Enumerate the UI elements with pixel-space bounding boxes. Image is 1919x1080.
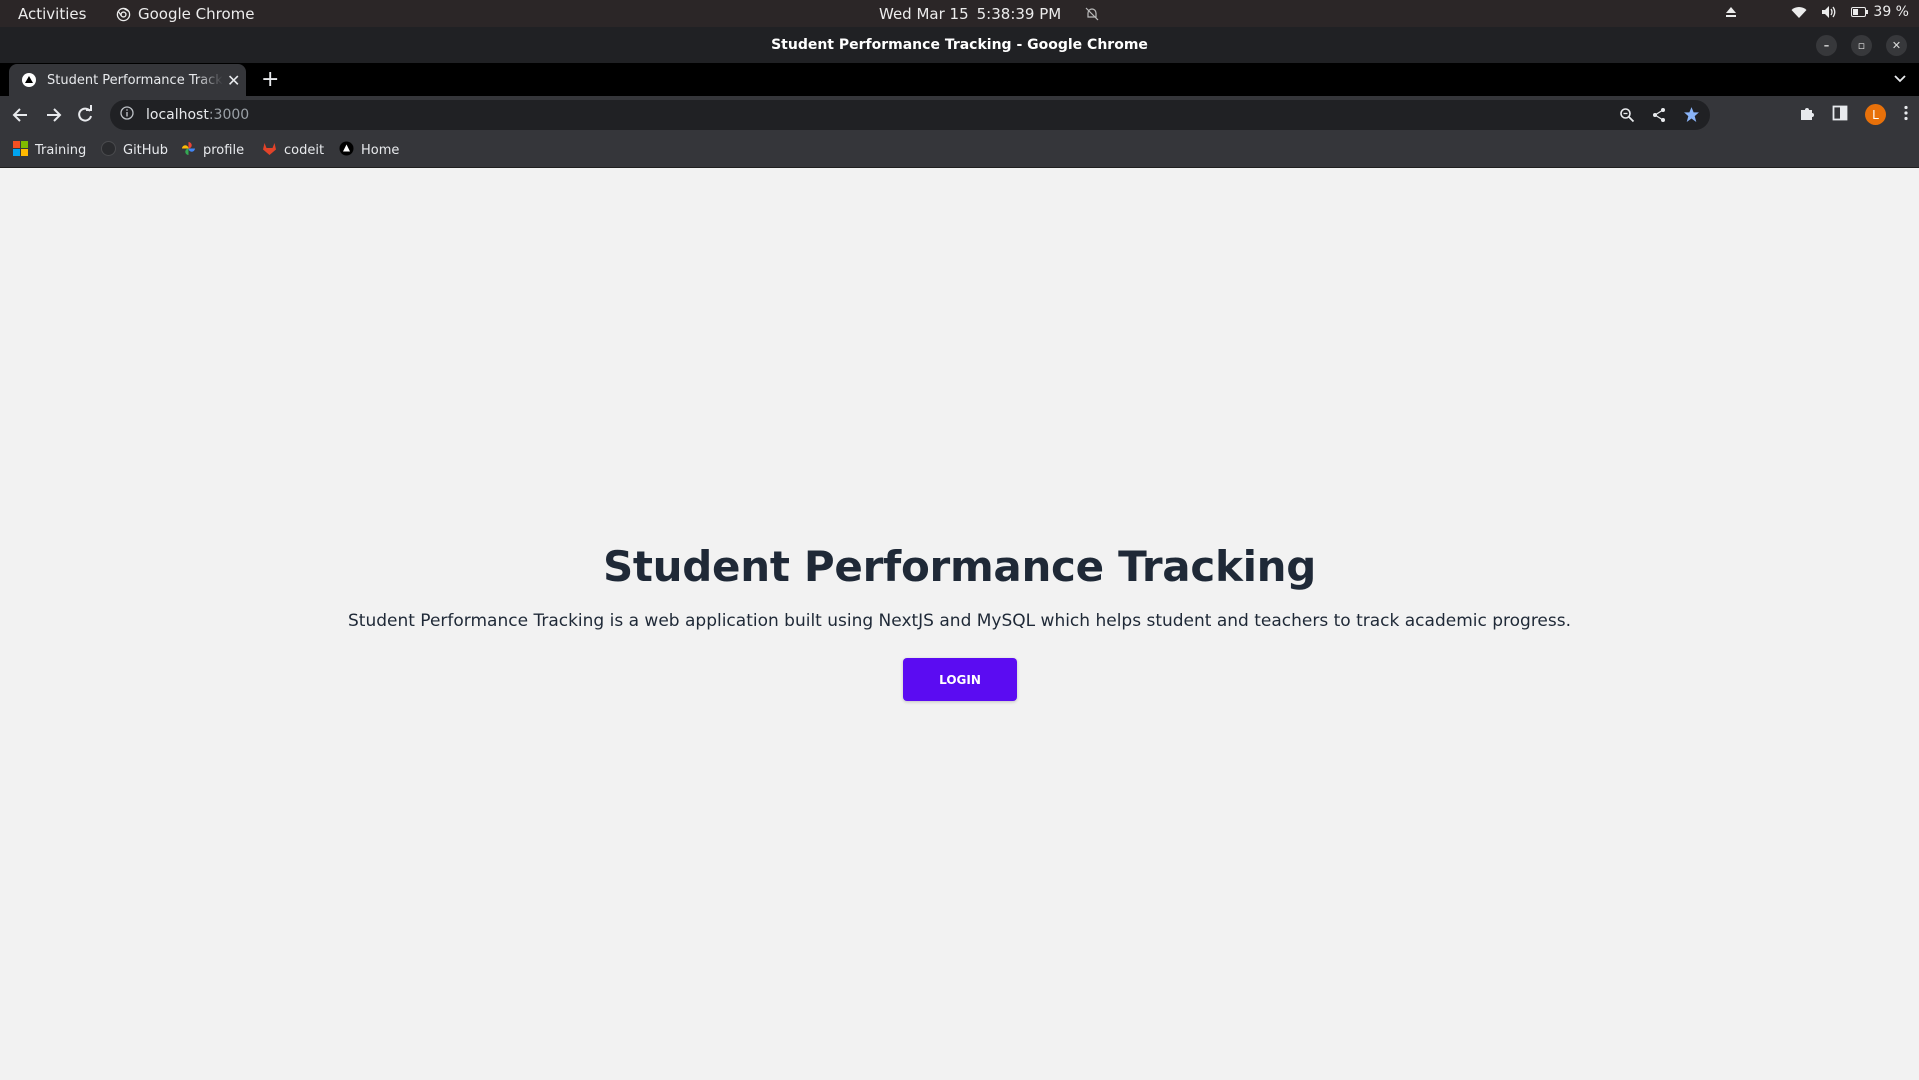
side-panel-icon[interactable] <box>1832 105 1848 125</box>
extensions-puzzle-icon[interactable] <box>1799 105 1815 125</box>
clock-date: Wed Mar 15 <box>879 5 969 23</box>
github-icon <box>101 141 116 160</box>
close-window-button[interactable]: ✕ <box>1886 35 1907 56</box>
bookmark-label: Home <box>361 143 400 158</box>
window-title: Student Performance Tracking - Google Ch… <box>771 37 1148 53</box>
tab-title: Student Performance Tracking <box>47 72 223 88</box>
app-menu[interactable]: Google Chrome <box>116 5 255 23</box>
browser-toolbar: localhost:3000 L <box>0 96 1919 133</box>
bookmark-star-icon[interactable] <box>1683 106 1700 127</box>
site-info-icon[interactable] <box>120 106 134 124</box>
reload-icon[interactable] <box>75 105 95 125</box>
bookmark-github[interactable]: GitHub <box>101 141 168 160</box>
share-icon[interactable] <box>1651 107 1667 127</box>
window-title-bar[interactable]: Student Performance Tracking - Google Ch… <box>0 27 1919 63</box>
bookmark-label: GitHub <box>123 143 169 158</box>
tab-strip: Student Performance Tracking ✕ + <box>0 63 1919 96</box>
new-tab-button[interactable]: + <box>261 67 279 92</box>
more-menu-icon[interactable] <box>1903 105 1909 125</box>
tab-close-icon[interactable]: ✕ <box>227 71 240 90</box>
pinwheel-icon <box>181 141 196 160</box>
battery-percent: 39 % <box>1873 4 1909 20</box>
zoom-icon[interactable] <box>1619 107 1635 127</box>
bookmark-label: Training <box>35 143 87 158</box>
minimize-icon: – <box>1823 39 1830 52</box>
bookmarks-bar: Training GitHub profile codeit Home <box>0 133 1919 168</box>
omnibox-actions <box>1619 106 1700 127</box>
eject-icon[interactable] <box>1725 6 1737 18</box>
app-name: Google Chrome <box>138 5 255 23</box>
volume-icon[interactable] <box>1821 5 1837 19</box>
forward-arrow-icon[interactable] <box>43 105 63 125</box>
notifications-off-icon <box>1085 7 1099 21</box>
page-content: Student Performance Tracking Student Per… <box>0 168 1919 1080</box>
url-host: localhost <box>146 107 209 123</box>
window-controls: – ▫ ✕ <box>1816 35 1907 56</box>
page-title: Student Performance Tracking <box>602 542 1317 591</box>
login-button[interactable]: LOGIN <box>903 658 1017 701</box>
address-bar[interactable]: localhost:3000 <box>110 100 1710 130</box>
back-arrow-icon[interactable] <box>11 105 31 125</box>
bookmark-codeit[interactable]: codeit <box>262 141 324 160</box>
url-text[interactable]: localhost:3000 <box>146 107 249 123</box>
tab-student-performance[interactable]: Student Performance Tracking ✕ <box>9 64 246 96</box>
battery-icon <box>1851 7 1869 17</box>
bookmark-home[interactable]: Home <box>339 141 399 160</box>
minimize-button[interactable]: – <box>1816 35 1837 56</box>
bookmark-label: codeit <box>284 143 325 158</box>
triangle-icon <box>339 141 354 160</box>
bookmark-label: profile <box>203 143 245 158</box>
os-top-bar: Activities Google Chrome Wed Mar 15 5:38… <box>0 0 1919 27</box>
system-tray[interactable]: 39 % <box>1725 4 1909 20</box>
bookmark-training[interactable]: Training <box>13 141 86 160</box>
gitlab-icon <box>262 141 277 160</box>
maximize-button[interactable]: ▫ <box>1851 35 1872 56</box>
profile-avatar[interactable]: L <box>1865 104 1886 125</box>
bookmark-profile[interactable]: profile <box>181 141 244 160</box>
tab-search-chevron-down-icon[interactable] <box>1893 70 1907 89</box>
activities-button[interactable]: Activities <box>18 5 86 23</box>
chrome-icon <box>116 7 131 22</box>
microsoft-icon <box>13 141 28 160</box>
clock-time: 5:38:39 PM <box>976 5 1062 23</box>
wifi-icon[interactable] <box>1791 6 1807 19</box>
page-description: Student Performance Tracking is a web ap… <box>347 611 1572 631</box>
battery-indicator[interactable]: 39 % <box>1851 4 1909 20</box>
clock[interactable]: Wed Mar 15 5:38:39 PM <box>879 5 1099 23</box>
vercel-favicon-icon <box>21 72 37 88</box>
maximize-icon: ▫ <box>1857 39 1866 52</box>
close-icon: ✕ <box>1891 39 1902 52</box>
url-port: :3000 <box>208 107 250 123</box>
toolbar-right: L <box>1799 104 1909 125</box>
